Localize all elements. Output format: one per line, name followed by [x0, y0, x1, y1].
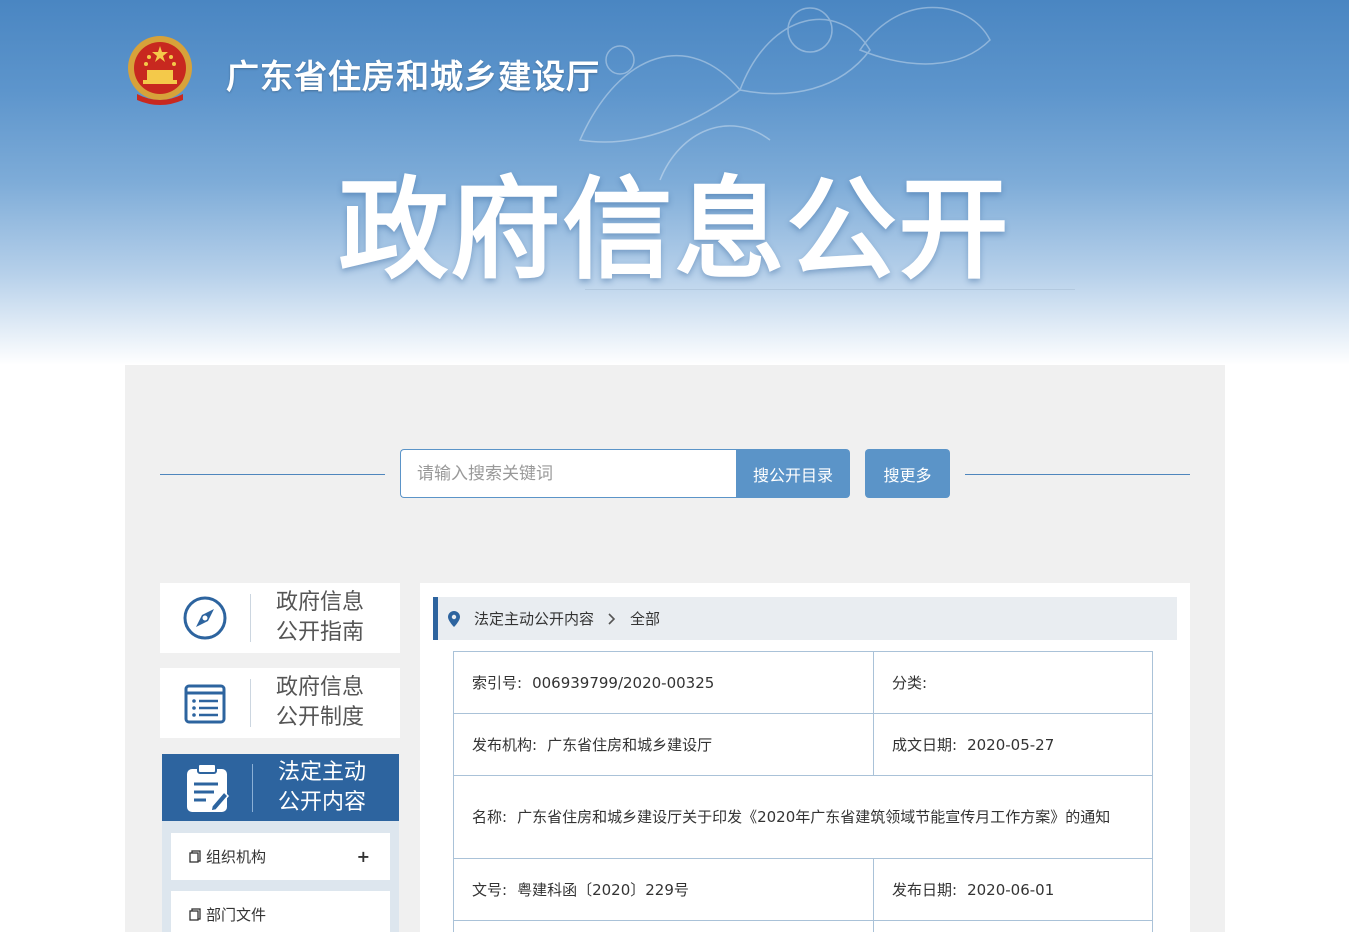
search-more-button[interactable]: 搜更多 — [865, 449, 950, 498]
published-date-label: 发布日期: — [892, 881, 958, 899]
sidebar-subitem-label: 组织机构 — [206, 848, 267, 866]
table-row — [453, 920, 1153, 932]
site-title: 广东省住房和城乡建设厅 — [226, 57, 600, 96]
breadcrumb-section-link[interactable]: 法定主动公开内容 — [474, 608, 594, 629]
table-row: 索引号: 006939799/2020-00325 分类: — [453, 651, 1153, 714]
sidebar-item-label: 法定主动 — [278, 760, 367, 785]
title-divider — [585, 289, 1075, 290]
index-label: 索引号: — [472, 674, 523, 692]
sidebar-item-label: 公开指南 — [276, 620, 365, 645]
docno-label: 文号: — [472, 881, 508, 899]
compass-icon — [183, 596, 227, 640]
sidebar-subitem-label: 部门文件 — [206, 906, 267, 924]
search-directory-button[interactable]: 搜公开目录 — [736, 449, 850, 498]
clipboard-edit-icon — [187, 763, 230, 812]
sidebar-item-statutory[interactable]: 法定主动 公开内容 — [162, 754, 399, 822]
document-icon — [189, 850, 201, 863]
table-row: 名称: 广东省住房和城乡建设厅关于印发《2020年广东省建筑领域节能宣传月工作方案… — [453, 775, 1153, 859]
name-label: 名称: — [472, 808, 508, 826]
document-meta-table: 索引号: 006939799/2020-00325 分类: 发布机构: 广东省住房和… — [453, 651, 1153, 932]
sidebar-item-label: 公开内容 — [278, 790, 367, 815]
created-date-value: 2020-05-27 — [967, 736, 1055, 754]
breadcrumb-current[interactable]: 全部 — [630, 608, 660, 629]
created-date-label: 成文日期: — [892, 736, 958, 754]
list-document-icon — [184, 684, 226, 724]
breadcrumb: 法定主动公开内容 全部 — [433, 597, 1177, 640]
publisher-value: 广东省住房和城乡建设厅 — [547, 736, 713, 754]
sidebar-item-guide[interactable]: 政府信息 公开指南 — [160, 583, 400, 653]
index-value: 006939799/2020-00325 — [532, 674, 715, 692]
publisher-label: 发布机构: — [472, 736, 538, 754]
sidebar-item-system[interactable]: 政府信息 公开制度 — [160, 668, 400, 738]
table-row: 文号: 粤建科函〔2020〕229号 发布日期: 2020-06-01 — [453, 858, 1153, 921]
search-divider-right — [965, 474, 1190, 475]
search-divider-left — [160, 474, 385, 475]
document-icon — [189, 908, 201, 921]
sidebar-subitem-department-files[interactable]: 部门文件 — [171, 891, 390, 932]
category-label: 分类: — [892, 674, 928, 692]
national-emblem-icon — [128, 36, 192, 105]
docno-value: 粤建科函〔2020〕229号 — [517, 881, 689, 899]
table-row: 发布机构: 广东省住房和城乡建设厅 成文日期: 2020-05-27 — [453, 713, 1153, 776]
expand-icon[interactable]: + — [357, 847, 370, 866]
sidebar-item-label: 政府信息 — [276, 675, 365, 700]
page-title: 政府信息公开 — [338, 166, 1011, 294]
header-banner: 广东省住房和城乡建设厅 政府信息公开 — [0, 0, 1349, 365]
sidebar-item-label: 公开制度 — [276, 705, 365, 730]
published-date-value: 2020-06-01 — [967, 881, 1055, 899]
chevron-right-icon — [608, 612, 616, 625]
location-pin-icon — [448, 610, 460, 627]
sidebar-item-label: 政府信息 — [276, 590, 365, 615]
search-input[interactable] — [400, 449, 740, 498]
name-value: 广东省住房和城乡建设厅关于印发《2020年广东省建筑领域节能宣传月工作方案》的通… — [517, 808, 1111, 826]
sidebar-subitem-organization[interactable]: 组织机构 + — [171, 833, 390, 880]
